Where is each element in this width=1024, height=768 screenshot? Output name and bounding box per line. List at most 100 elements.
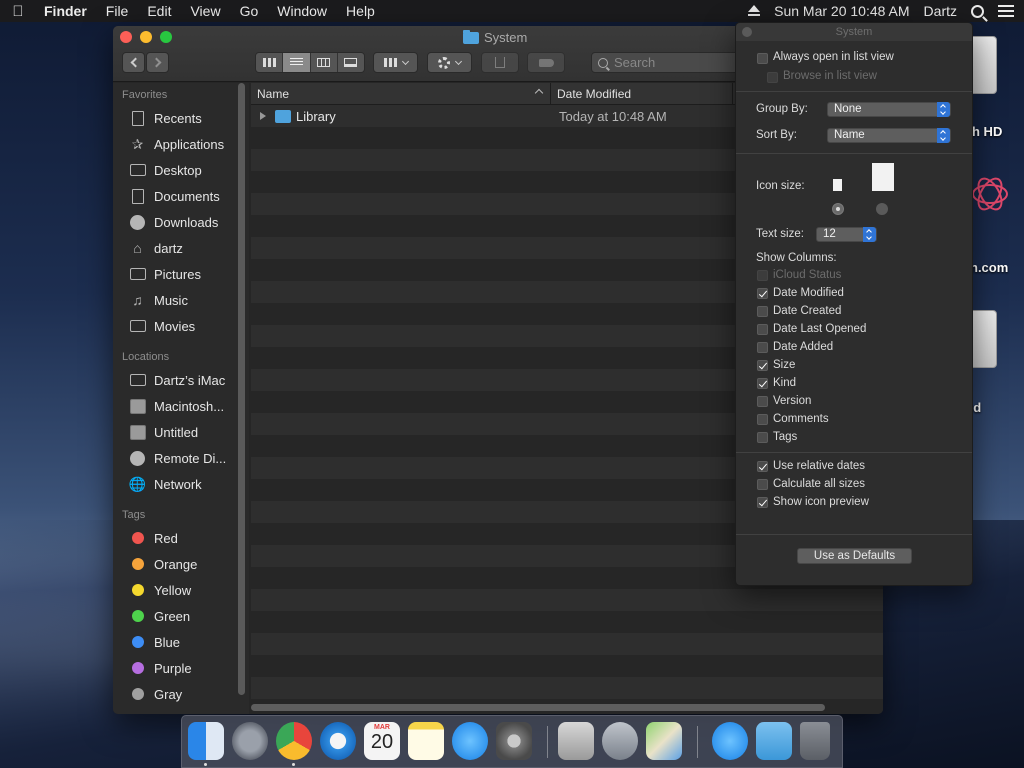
sidebar-item-pictures[interactable]: Pictures	[129, 263, 241, 285]
menu-go[interactable]: Go	[240, 3, 259, 19]
list-view-button[interactable]	[283, 53, 311, 72]
gallery-view-button[interactable]	[337, 53, 364, 72]
desktop-app-label[interactable]: n.com	[970, 260, 1008, 275]
icon-size-small-option[interactable]	[832, 203, 844, 215]
app-store-icon[interactable]	[452, 722, 488, 760]
panel-title: System	[736, 23, 972, 41]
sidebar-tag-blue[interactable]: Blue	[129, 631, 241, 653]
desktop-disk-label[interactable]: h HD	[972, 124, 1002, 139]
menu-clock[interactable]: Sun Mar 20 10:48 AM	[774, 3, 909, 19]
menu-app-name[interactable]: Finder	[44, 3, 87, 19]
tags-button[interactable]	[527, 52, 565, 73]
maps-icon[interactable]	[646, 722, 682, 760]
trash-icon[interactable]	[800, 722, 830, 760]
directory-utility-icon[interactable]	[602, 722, 638, 760]
calendar-icon[interactable]: MAR 20	[364, 722, 400, 760]
menu-view[interactable]: View	[190, 3, 220, 19]
sidebar-item-untitled[interactable]: Untitled	[129, 421, 241, 443]
safari-icon[interactable]	[320, 722, 356, 760]
column-checkbox-kind[interactable]	[757, 378, 768, 389]
browse-list-view-checkbox[interactable]	[767, 72, 778, 83]
downloads-folder-icon[interactable]	[756, 722, 792, 760]
calculate-sizes-checkbox[interactable]	[757, 479, 768, 490]
sidebar-item-macintosh-hd[interactable]: Macintosh...	[129, 395, 241, 417]
sidebar-item-imac[interactable]: Dartz’s iMac	[129, 369, 241, 391]
chrome-icon[interactable]	[276, 722, 312, 760]
tag-color-dot-icon	[129, 609, 146, 624]
sidebar-item-label: Music	[154, 292, 188, 308]
zoom-button[interactable]	[160, 31, 172, 43]
column-checkbox-date-last-opened[interactable]	[757, 324, 768, 335]
column-view-button[interactable]	[310, 53, 338, 72]
sidebar-item-remote-disc[interactable]: Remote Di...	[129, 447, 241, 469]
disclosure-triangle-icon[interactable]	[260, 112, 266, 120]
sidebar-tag-yellow[interactable]: Yellow	[129, 579, 241, 601]
sort-by-select[interactable]: Name	[827, 128, 951, 143]
column-checkbox-date-created[interactable]	[757, 306, 768, 317]
menu-file[interactable]: File	[106, 3, 129, 19]
sidebar-item-home[interactable]: ⌂ dartz	[129, 237, 241, 259]
sidebar-tag-gray[interactable]: Gray	[129, 683, 241, 705]
relative-dates-checkbox[interactable]	[757, 461, 768, 472]
icon-view-button[interactable]	[256, 53, 284, 72]
sidebar-item-movies[interactable]: Movies	[129, 315, 241, 337]
sidebar-item-desktop[interactable]: Desktop	[129, 159, 241, 181]
sidebar-tag-green[interactable]: Green	[129, 605, 241, 627]
group-by-select[interactable]: None	[827, 102, 951, 117]
column-label: Kind	[773, 377, 797, 389]
column-header-date-modified[interactable]: Date Modified	[551, 82, 733, 105]
search-input[interactable]: Search	[591, 52, 751, 73]
launchpad-icon[interactable]	[232, 722, 268, 760]
sidebar-item-label: Untitled	[154, 424, 199, 440]
apple-menu-icon[interactable]: 	[10, 3, 26, 20]
desktop-app-icon[interactable]	[968, 173, 1014, 226]
notes-icon[interactable]	[408, 722, 444, 760]
horizontal-scrollbar[interactable]	[251, 704, 825, 711]
column-checkbox-tags[interactable]	[757, 432, 768, 443]
app-store-download-icon[interactable]	[712, 722, 748, 760]
action-button[interactable]	[427, 52, 472, 73]
icon-size-large-option[interactable]	[876, 203, 888, 215]
dock-separator	[697, 726, 698, 758]
column-checkbox-size[interactable]	[757, 360, 768, 371]
spotlight-search-icon[interactable]	[971, 4, 984, 18]
share-button[interactable]	[481, 52, 519, 73]
column-checkbox-date-added[interactable]	[757, 342, 768, 353]
column-checkbox-date-modified[interactable]	[757, 288, 768, 299]
notification-center-icon[interactable]	[998, 5, 1014, 17]
column-checkbox-icloud-status[interactable]	[757, 270, 768, 281]
use-as-defaults-button[interactable]: Use as Defaults	[797, 548, 912, 564]
menu-help[interactable]: Help	[346, 3, 375, 19]
menu-edit[interactable]: Edit	[147, 3, 171, 19]
sidebar-item-recents[interactable]: Recents	[129, 107, 241, 129]
running-indicator	[204, 763, 207, 766]
sidebar-item-downloads[interactable]: Downloads	[129, 211, 241, 233]
text-size-select[interactable]: 12	[816, 227, 877, 242]
sidebar-item-music[interactable]: ♫ Music	[129, 289, 241, 311]
sidebar-item-applications[interactable]: ✰ Applications	[129, 133, 241, 155]
sidebar-item-documents[interactable]: Documents	[129, 185, 241, 207]
disk-utility-icon[interactable]	[558, 722, 594, 760]
sidebar-tag-purple[interactable]: Purple	[129, 657, 241, 679]
forward-button[interactable]	[146, 52, 169, 73]
eject-icon[interactable]	[748, 5, 761, 17]
sidebar-item-label: dartz	[154, 240, 183, 256]
panel-close-button[interactable]	[742, 27, 752, 37]
always-open-list-view-checkbox[interactable]	[757, 53, 768, 64]
column-checkbox-comments[interactable]	[757, 414, 768, 425]
close-button[interactable]	[120, 31, 132, 43]
network-icon: 🌐	[128, 475, 147, 492]
menu-user[interactable]: Dartz	[924, 3, 957, 19]
minimize-button[interactable]	[140, 31, 152, 43]
finder-icon[interactable]	[188, 722, 224, 760]
back-button[interactable]	[122, 52, 145, 73]
column-checkbox-version[interactable]	[757, 396, 768, 407]
menu-window[interactable]: Window	[277, 3, 327, 19]
system-preferences-icon[interactable]	[496, 722, 532, 760]
column-header-name[interactable]: Name	[251, 82, 551, 105]
icon-preview-checkbox[interactable]	[757, 497, 768, 508]
group-button[interactable]	[373, 52, 418, 73]
sidebar-tag-orange[interactable]: Orange	[129, 553, 241, 575]
sidebar-tag-red[interactable]: Red	[129, 527, 241, 549]
sidebar-item-network[interactable]: 🌐 Network	[129, 473, 241, 495]
